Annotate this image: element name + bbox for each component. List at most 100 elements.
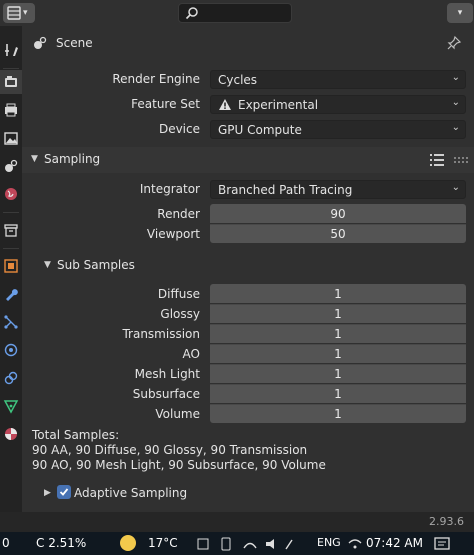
- render-engine-label: Render Engine: [112, 72, 200, 86]
- subsurface-samples-value: 1: [334, 387, 342, 401]
- chevron-down-icon: ▾: [457, 8, 463, 18]
- total-samples-line-1: 90 AA, 90 Diffuse, 90 Glossy, 90 Transmi…: [32, 443, 308, 457]
- context-breadcrumb: Scene: [22, 26, 474, 60]
- options-button[interactable]: ▾: [447, 3, 473, 23]
- network-icon[interactable]: [348, 536, 362, 550]
- tab-constraints[interactable]: [0, 366, 22, 390]
- feature-set-value: Experimental: [238, 97, 319, 112]
- disclosure-collapsed-icon: ▶: [44, 488, 51, 498]
- tab-view-layer[interactable]: [0, 126, 22, 150]
- render-samples-field[interactable]: 90: [210, 204, 466, 223]
- tab-object[interactable]: [0, 254, 22, 278]
- render-samples-value: 90: [330, 206, 346, 221]
- properties-editor-icon: [7, 6, 21, 20]
- constraint-icon: [4, 371, 18, 385]
- stock-ticker[interactable]: C 2.51%: [36, 536, 86, 550]
- tab-tool[interactable]: [0, 38, 22, 62]
- properties-tabs: [0, 26, 22, 512]
- tab-collection[interactable]: [0, 218, 22, 242]
- render-camera-icon: [5, 76, 17, 87]
- render-engine-dropdown[interactable]: Cycles ⌄: [210, 70, 466, 89]
- clock-time[interactable]: 07:42 AM: [366, 536, 423, 550]
- volume-samples-field[interactable]: 1: [210, 404, 466, 423]
- checkmark-icon: [59, 488, 69, 496]
- mesh-data-icon: [3, 400, 19, 414]
- ao-samples-field[interactable]: 1: [210, 344, 466, 363]
- glossy-samples-field[interactable]: 1: [210, 304, 466, 323]
- render-samples-label: Render: [157, 207, 200, 221]
- device-label: Device: [158, 122, 200, 136]
- render-engine-value: Cycles: [218, 72, 258, 87]
- mesh-light-samples-field[interactable]: 1: [210, 364, 466, 383]
- tab-physics[interactable]: [0, 338, 22, 362]
- system-tray-icons[interactable]: [196, 536, 296, 552]
- subsurface-label: Subsurface: [132, 387, 200, 401]
- weather-temp[interactable]: 17°C: [148, 536, 178, 550]
- viewport-samples-value: 50: [330, 227, 346, 241]
- tab-render[interactable]: [0, 70, 22, 94]
- chevron-down-icon: ▾: [23, 8, 28, 18]
- ao-label: AO: [182, 347, 200, 361]
- search-input[interactable]: [178, 3, 292, 23]
- printer-icon: [5, 103, 17, 117]
- tab-particles[interactable]: [0, 310, 22, 334]
- ao-samples-value: 1: [334, 347, 342, 361]
- diffuse-label: Diffuse: [157, 287, 200, 301]
- total-samples-heading: Total Samples:: [32, 428, 120, 442]
- taskbar-number: 0: [2, 536, 10, 550]
- mesh-light-label: Mesh Light: [134, 367, 200, 381]
- collection-box-icon: [4, 224, 18, 237]
- integrator-label: Integrator: [139, 182, 200, 196]
- diffuse-samples-field[interactable]: 1: [210, 284, 466, 303]
- adaptive-sampling-checkbox[interactable]: [57, 485, 71, 499]
- pin-icon[interactable]: [446, 35, 462, 51]
- os-taskbar: 0 C 2.51% 17°C ENG 07:42 AM: [0, 532, 474, 555]
- chevron-down-icon: ⌄: [451, 72, 460, 83]
- sampling-panel-header[interactable]: ▼ Sampling: [22, 147, 474, 173]
- glossy-label: Glossy: [160, 307, 200, 321]
- integrator-value: Branched Path Tracing: [218, 182, 353, 197]
- properties-panel: Scene Render Engine Cycles ⌄ Feature Set…: [22, 26, 474, 512]
- transmission-label: Transmission: [122, 327, 200, 341]
- image-icon: [4, 132, 18, 145]
- subsurface-samples-field[interactable]: 1: [210, 384, 466, 403]
- properties-header: ▾ ▾: [0, 0, 474, 26]
- volume-label: Volume: [155, 407, 200, 421]
- sub-samples-title: Sub Samples: [57, 258, 135, 272]
- glossy-samples-value: 1: [334, 307, 342, 321]
- notifications-icon[interactable]: [434, 537, 450, 551]
- adaptive-sampling-label: Adaptive Sampling: [74, 486, 188, 500]
- tool-icon: [5, 44, 18, 56]
- language-indicator[interactable]: ENG: [317, 536, 341, 549]
- device-dropdown[interactable]: GPU Compute ⌄: [210, 120, 466, 139]
- mesh-light-samples-value: 1: [334, 367, 342, 381]
- feature-set-dropdown[interactable]: Experimental ⌄: [210, 95, 466, 114]
- tab-scene[interactable]: [0, 154, 22, 178]
- drag-handle-icon[interactable]: [454, 157, 468, 163]
- presets-list-icon[interactable]: [430, 154, 444, 166]
- editor-type-button[interactable]: ▾: [3, 3, 35, 23]
- viewport-samples-field[interactable]: 50: [210, 224, 466, 243]
- tab-data[interactable]: [0, 394, 22, 418]
- world-icon: [5, 188, 17, 200]
- wrench-icon: [6, 289, 18, 301]
- adaptive-sampling-header[interactable]: ▶ Adaptive Sampling: [22, 480, 474, 506]
- chevron-down-icon: ⌄: [451, 97, 460, 108]
- tab-output[interactable]: [0, 98, 22, 122]
- total-samples-line-2: 90 AO, 90 Mesh Light, 90 Subsurface, 90 …: [32, 458, 326, 472]
- tab-world[interactable]: [0, 182, 22, 206]
- tab-modifiers[interactable]: [0, 282, 22, 306]
- sub-samples-header[interactable]: ▼ Sub Samples: [22, 252, 474, 278]
- status-bar: 2.93.6: [0, 512, 474, 532]
- warning-icon: [219, 99, 231, 110]
- feature-set-label: Feature Set: [131, 97, 200, 111]
- device-value: GPU Compute: [218, 122, 302, 137]
- physics-orbit-icon: [4, 343, 18, 357]
- chevron-down-icon: ⌄: [451, 122, 460, 133]
- chevron-down-icon: ⌄: [451, 182, 460, 193]
- disclosure-expanded-icon: ▼: [31, 154, 38, 164]
- tab-material[interactable]: [0, 422, 22, 446]
- particles-icon: [4, 315, 18, 329]
- integrator-dropdown[interactable]: Branched Path Tracing ⌄: [210, 180, 466, 199]
- transmission-samples-field[interactable]: 1: [210, 324, 466, 343]
